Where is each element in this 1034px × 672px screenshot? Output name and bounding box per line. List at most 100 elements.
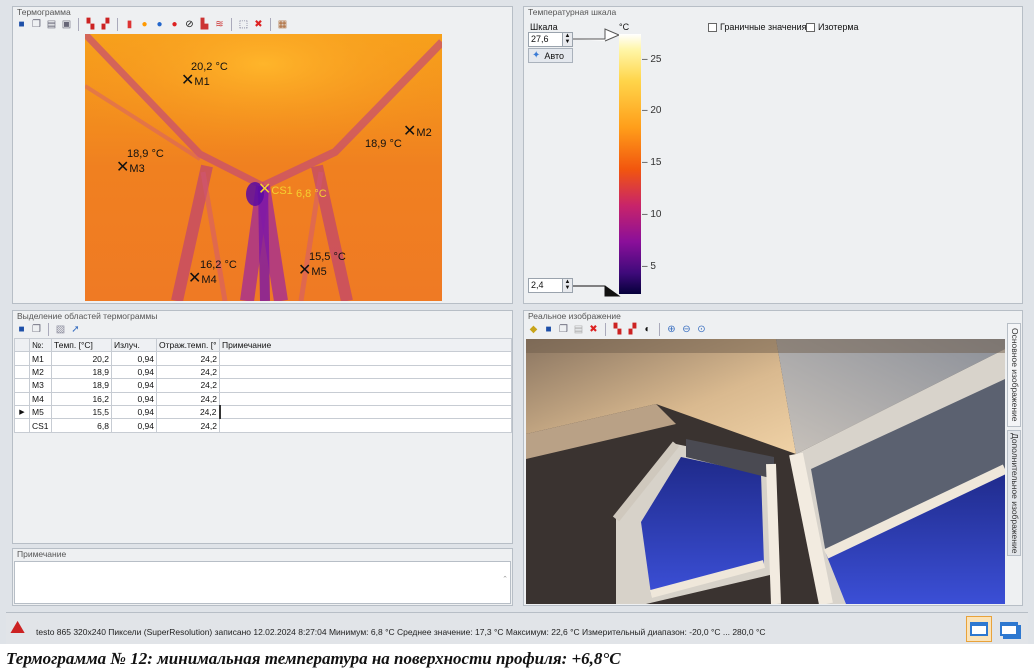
- paste-icon[interactable]: ▤: [45, 18, 58, 31]
- grid-icon[interactable]: ▦: [276, 18, 289, 31]
- limits-checkbox-box[interactable]: [708, 22, 717, 32]
- marker-m2[interactable]: ✕M2: [403, 124, 432, 140]
- marker-m1[interactable]: ✕M1: [181, 73, 210, 89]
- cell-id[interactable]: M3: [29, 378, 52, 393]
- point-icon[interactable]: ●: [168, 18, 181, 31]
- cell-reflected-temp[interactable]: 24,2: [156, 351, 220, 366]
- marker-cs1[interactable]: ✕CS1: [258, 182, 293, 198]
- edit-icon[interactable]: ▧: [54, 323, 67, 336]
- marker-m3[interactable]: ✕M3: [116, 160, 145, 176]
- export-icon[interactable]: ▣: [60, 18, 73, 31]
- cell-emissivity[interactable]: 0,94: [111, 391, 157, 406]
- cell-emissivity[interactable]: 0,94: [111, 404, 157, 420]
- cell-note[interactable]: [219, 378, 512, 393]
- spin-arrows-icon[interactable]: ▲ ▼: [562, 33, 572, 46]
- zoom-out-icon[interactable]: ⊖: [680, 323, 693, 336]
- row-selector[interactable]: [14, 378, 30, 393]
- cell-reflected-temp[interactable]: 24,2: [156, 404, 220, 420]
- tab-extra-image[interactable]: Дополнительное изображение: [1007, 430, 1021, 556]
- add-marker-icon[interactable]: ▚: [84, 18, 97, 31]
- isotherm-checkbox-box[interactable]: [806, 22, 815, 32]
- cell-note[interactable]: [219, 351, 512, 366]
- cell-note[interactable]: [219, 418, 512, 433]
- add-marker-icon[interactable]: ▚: [611, 323, 624, 336]
- cell-reflected-temp[interactable]: 24,2: [156, 378, 220, 393]
- cold-spot-icon[interactable]: ●: [153, 18, 166, 31]
- column-header[interactable]: Темп. [°C]: [51, 337, 112, 353]
- max-slider-arrow[interactable]: [573, 28, 621, 42]
- paste-icon[interactable]: ▤: [572, 323, 585, 336]
- column-header[interactable]: Излуч.: [111, 337, 157, 353]
- cell-id[interactable]: M2: [29, 364, 52, 380]
- hot-spot-icon[interactable]: ●: [138, 18, 151, 31]
- column-header[interactable]: Отраж.темп. [°: [156, 337, 220, 353]
- cell-temp[interactable]: 18,9: [51, 364, 112, 380]
- palette-icon[interactable]: ▮: [123, 18, 136, 31]
- cell-note[interactable]: [219, 391, 512, 406]
- add-region-icon[interactable]: ▞: [99, 18, 112, 31]
- row-selector[interactable]: [14, 391, 30, 406]
- delete-icon[interactable]: ✖: [587, 323, 600, 336]
- scale-min-input[interactable]: 2,4 ▲ ▼: [528, 278, 573, 293]
- table-row[interactable]: M2 18,9 0,94 24,2: [14, 364, 512, 380]
- cell-note[interactable]: [219, 364, 512, 380]
- row-selector[interactable]: [14, 351, 30, 366]
- cell-id[interactable]: M1: [29, 351, 52, 366]
- save-icon[interactable]: ■: [15, 18, 28, 31]
- add-region-icon[interactable]: ▞: [626, 323, 639, 336]
- cell-note[interactable]: [218, 404, 512, 420]
- tab-main-image[interactable]: Основное изображение: [1007, 323, 1021, 427]
- cell-emissivity[interactable]: 0,94: [111, 351, 157, 366]
- histogram-icon[interactable]: ▙: [198, 18, 211, 31]
- color-scale-bar[interactable]: [619, 34, 641, 294]
- cell-temp[interactable]: 18,9: [51, 378, 112, 393]
- row-selector[interactable]: [14, 364, 30, 380]
- copy-icon[interactable]: ❐: [30, 18, 43, 31]
- profile-icon[interactable]: ≋: [213, 18, 226, 31]
- thermogram-image[interactable]: ✕M1 20,2 °C ✕M2 18,9 °C ✕M3 18,9 °C ✕M4 …: [85, 34, 442, 301]
- table-row[interactable]: M3 18,9 0,94 24,2: [14, 378, 512, 393]
- select-area-icon[interactable]: ⬚: [237, 18, 250, 31]
- zoom-fit-icon[interactable]: ⊙: [695, 323, 708, 336]
- single-view-button[interactable]: [966, 616, 992, 642]
- dual-view-button[interactable]: [996, 616, 1022, 642]
- save-icon[interactable]: ■: [542, 323, 555, 336]
- isotherm-checkbox[interactable]: Изотерма: [806, 22, 859, 32]
- cell-reflected-temp[interactable]: 24,2: [156, 391, 220, 406]
- table-row[interactable]: CS1 6,8 0,94 24,2: [14, 418, 512, 433]
- cell-temp[interactable]: 20,2: [51, 351, 112, 366]
- auto-button[interactable]: ✦ Авто: [528, 48, 573, 63]
- real-photo[interactable]: [526, 339, 1005, 604]
- cell-id[interactable]: M4: [29, 391, 52, 406]
- open-image-icon[interactable]: ◆: [527, 323, 540, 336]
- note-textarea[interactable]: [14, 561, 511, 604]
- cell-temp[interactable]: 16,2: [51, 391, 112, 406]
- cell-emissivity[interactable]: 0,94: [111, 418, 157, 433]
- cell-reflected-temp[interactable]: 24,2: [156, 364, 220, 380]
- delete-icon[interactable]: ✖: [252, 18, 265, 31]
- pin-icon[interactable]: ➚: [69, 323, 82, 336]
- table-row[interactable]: M4 16,2 0,94 24,2: [14, 391, 512, 406]
- table-row-selected[interactable]: ▶ M5 15,5 0,94 24,2: [14, 404, 512, 420]
- marker-m4[interactable]: ✕M4: [188, 271, 217, 287]
- note-scrollbar[interactable]: ⌃: [500, 562, 510, 603]
- scale-max-input[interactable]: 27,6 ▲ ▼: [528, 32, 573, 47]
- column-header[interactable]: №:: [29, 337, 52, 353]
- cell-reflected-temp[interactable]: 24,2: [156, 418, 220, 433]
- zoom-in-icon[interactable]: ⊕: [665, 323, 678, 336]
- cell-id[interactable]: CS1: [29, 418, 52, 433]
- table-row[interactable]: M1 20,2 0,94 24,2: [14, 351, 512, 366]
- cell-temp[interactable]: 6,8: [51, 418, 112, 433]
- row-selector-arrow-icon[interactable]: ▶: [14, 404, 30, 420]
- column-header[interactable]: Примечание: [219, 337, 512, 353]
- cell-emissivity[interactable]: 0,94: [111, 378, 157, 393]
- cell-emissivity[interactable]: 0,94: [111, 364, 157, 380]
- no-sign-icon[interactable]: ⊘: [183, 18, 196, 31]
- spin-arrows-icon[interactable]: ▲ ▼: [562, 279, 572, 292]
- cell-temp[interactable]: 15,5: [51, 404, 112, 420]
- cell-id[interactable]: M5: [29, 404, 52, 420]
- copy-icon[interactable]: ❐: [30, 323, 43, 336]
- min-slider-arrow[interactable]: [573, 283, 621, 299]
- marker-m5[interactable]: ✕M5: [298, 263, 327, 279]
- row-selector[interactable]: [14, 418, 30, 433]
